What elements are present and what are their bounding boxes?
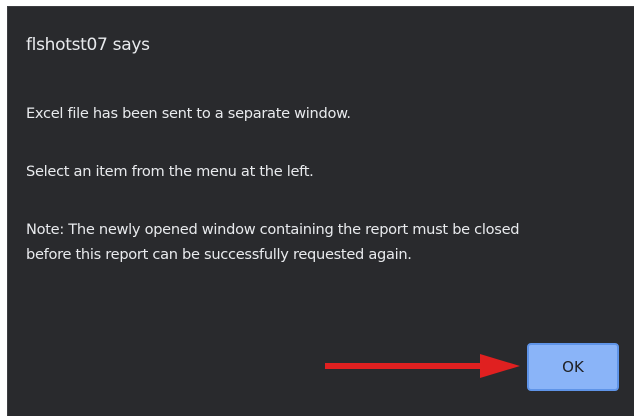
right-arrow-icon <box>325 354 520 378</box>
dialog-message-line: Excel file has been sent to a separate w… <box>26 105 351 122</box>
dialog-title: flshotst07 says <box>26 35 150 55</box>
dialog-message-line: Select an item from the menu at the left… <box>26 163 314 180</box>
dialog-message-line: Note: The newly opened window containing… <box>26 221 520 238</box>
dialog-message-line: before this report can be successfully r… <box>26 246 412 263</box>
ok-button[interactable]: OK <box>527 343 619 391</box>
